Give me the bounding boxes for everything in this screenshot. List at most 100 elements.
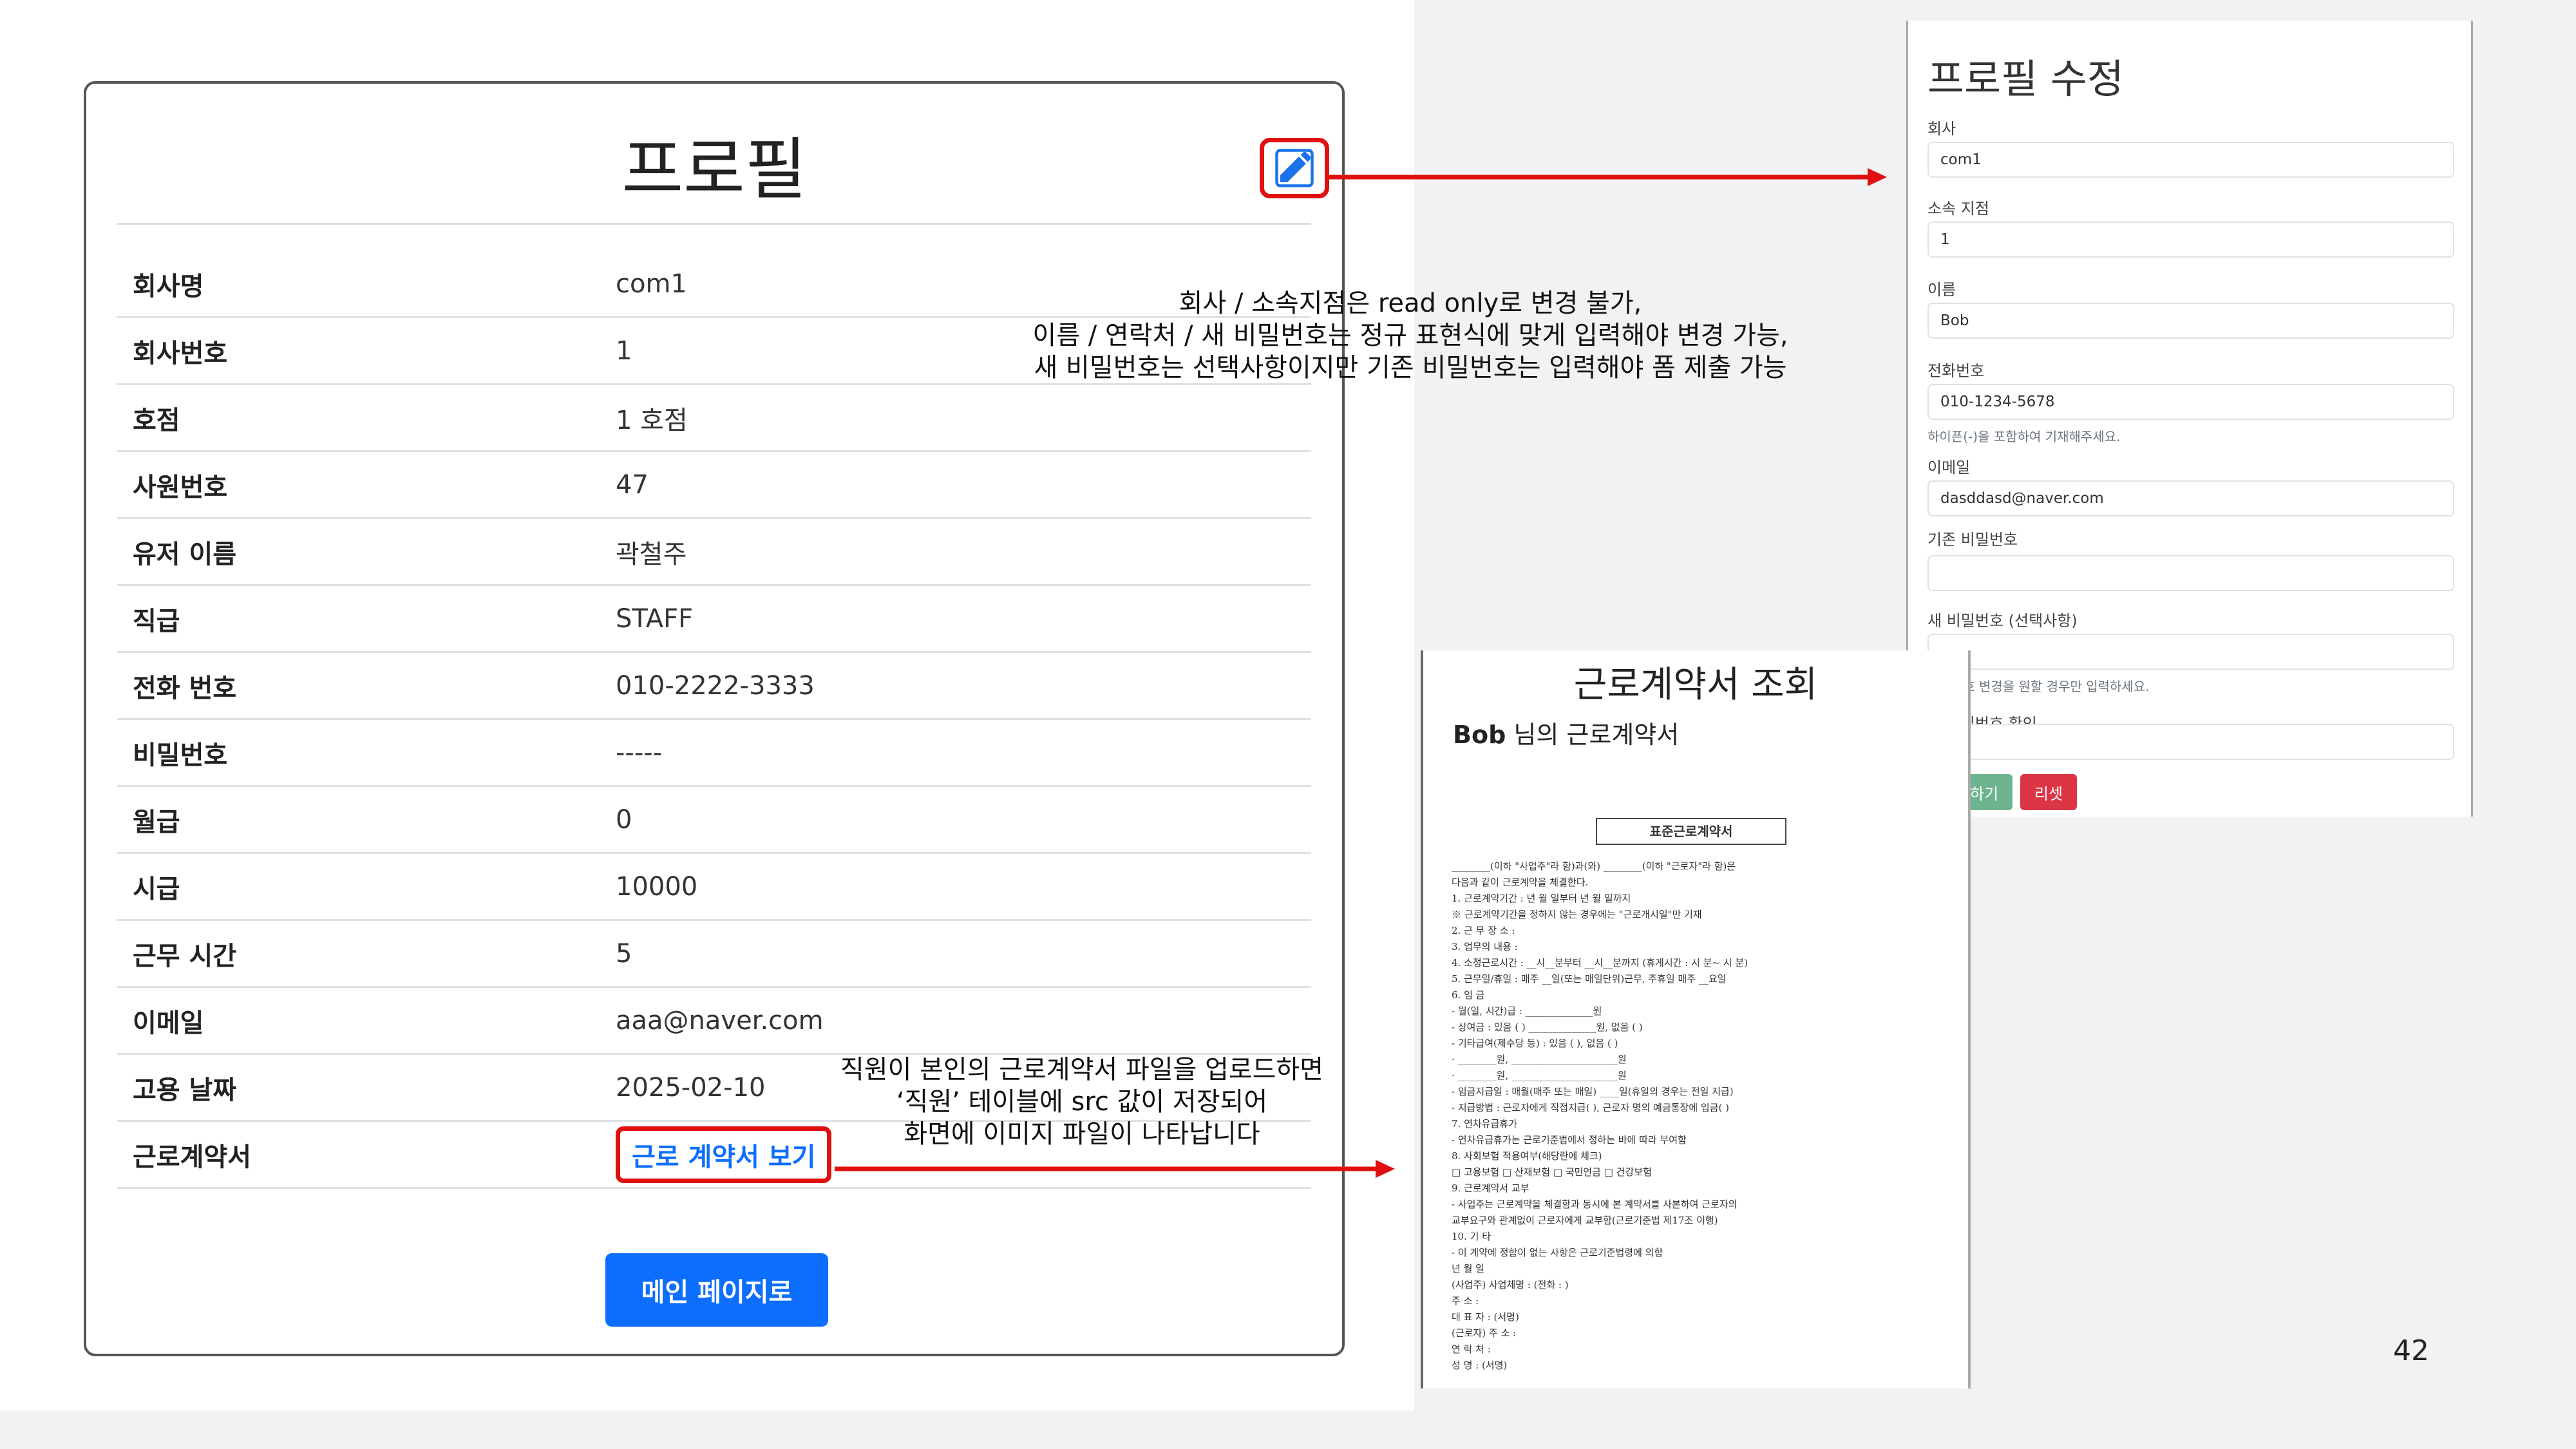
document-line: (사업주) 사업체명 : (전화 : )	[1452, 1279, 1569, 1291]
page-number: 42	[2393, 1334, 2429, 1367]
title-divider	[117, 223, 1311, 225]
row-label: 회사명	[133, 271, 204, 301]
note-line: ‘직원’ 테이블에 src 값이 저장되어	[896, 1087, 1268, 1117]
edit-profile-form: 프로필 수정 회사 소속 지점 이름 전화번호 하이픈(-)을 포함하여 기재해…	[1906, 21, 2473, 817]
phone-label: 전화번호	[1927, 362, 1985, 380]
row-phone: 전화 번호 010-2222-3333	[117, 653, 1311, 720]
contract-view-panel: 근로계약서 조회 Bob 님의 근로계약서 표준근로계약서 ________(이…	[1421, 650, 1971, 1388]
current-password-field[interactable]	[1927, 555, 2454, 591]
row-hourly-wage: 시급 10000	[117, 854, 1311, 921]
document-line: 성 명 : (서명)	[1452, 1359, 1508, 1371]
row-value: 5	[616, 938, 632, 969]
row-position: 직급 STAFF	[117, 586, 1311, 653]
row-employee-number: 사원번호 47	[117, 452, 1311, 519]
name-field[interactable]	[1927, 303, 2454, 339]
document-line: - 이 계약에 정함이 없는 사항은 근로기준법령에 의함	[1452, 1247, 1663, 1258]
document-line: - 연차유급휴가는 근로기준법에서 정하는 바에 따라 부여함	[1452, 1134, 1687, 1146]
row-value: 0	[616, 804, 632, 835]
new-password-field[interactable]	[1927, 634, 2454, 670]
row-value: 47	[616, 469, 649, 500]
note-line: 화면에 이미지 파일이 나타납니다	[904, 1119, 1260, 1149]
document-line: 7. 연차유급휴가	[1452, 1118, 1517, 1130]
row-value: STAFF	[616, 603, 694, 634]
row-label: 월급	[133, 807, 180, 837]
note-line: 직원이 본인의 근로계약서 파일을 업로드하면	[840, 1055, 1324, 1084]
edit-pencil-icon	[1275, 149, 1314, 187]
contract-document-image: 표준근로계약서 ________(이하 "사업주"라 함)과(와) ______…	[1449, 797, 1926, 1377]
document-line: 교부요구와 관계없이 근로자에게 교부함(근로기준법 제17조 이행)	[1452, 1215, 1718, 1226]
company-field[interactable]	[1927, 142, 2454, 178]
document-line: 연 락 처 :	[1452, 1343, 1491, 1355]
row-label: 전화 번호	[133, 673, 237, 703]
edit-arrow	[1327, 168, 1887, 186]
row-label: 호점	[133, 405, 180, 435]
document-line: - 기타급여(제수당 등) : 있음 ( ), 없음 ( )	[1452, 1037, 1618, 1049]
document-title: 표준근로계약서	[1596, 818, 1786, 845]
row-label: 근로계약서	[133, 1142, 251, 1172]
document-line: - 임금지급일 : 매월(매주 또는 매일) ____일(휴일의 경우는 전일 …	[1452, 1086, 1734, 1097]
document-line: 주 소 :	[1452, 1295, 1479, 1307]
document-line: 6. 임 금	[1452, 989, 1485, 1001]
row-monthly-salary: 월급 0	[117, 787, 1311, 854]
contract-annotation-note: 직원이 본인의 근로계약서 파일을 업로드하면 ‘직원’ 테이블에 src 값이…	[799, 1054, 1365, 1150]
row-label: 유저 이름	[133, 539, 237, 569]
document-line: 8. 사회보험 적용여부(해당란에 체크)	[1452, 1150, 1602, 1162]
row-label: 시급	[133, 874, 180, 904]
row-value: 10000	[616, 871, 698, 902]
row-value: -----	[616, 737, 663, 768]
document-line: - 상여금 : 있음 ( ) ______________원, 없음 ( )	[1452, 1021, 1643, 1033]
note-line: 이름 / 연락처 / 새 비밀번호는 정규 표현식에 맞게 입력해야 변경 가능…	[1032, 321, 1788, 350]
document-line: 9. 근로계약서 교부	[1452, 1182, 1530, 1194]
row-label: 근무 시간	[133, 941, 237, 971]
confirm-password-field[interactable]	[1927, 724, 2454, 760]
note-line: 회사 / 소속지점은 read only로 변경 불가,	[1179, 289, 1642, 318]
profile-table: 회사명 com1 회사번호 1 호점 1 호점 사원번호 47 유저 이름 곽철…	[117, 251, 1311, 1189]
row-label: 직급	[133, 606, 180, 636]
edit-annotation-note: 회사 / 소속지점은 read only로 변경 불가, 이름 / 연락처 / …	[953, 287, 1868, 384]
main-page-button[interactable]: 메인 페이지로	[605, 1253, 828, 1327]
document-line: 대 표 자 : (서명)	[1452, 1311, 1519, 1323]
row-label: 사원번호	[133, 472, 228, 502]
email-label: 이메일	[1927, 459, 1971, 477]
form-title: 프로필 수정	[1927, 55, 2124, 102]
email-field[interactable]	[1927, 480, 2454, 516]
row-password: 비밀번호 -----	[117, 720, 1311, 787]
document-line: 1. 근로계약기간 : 년 월 일부터 년 월 일까지	[1452, 893, 1631, 904]
reset-button[interactable]: 리셋	[2020, 774, 2077, 810]
row-label: 회사번호	[133, 338, 228, 368]
row-value: 2025-02-10	[616, 1072, 766, 1103]
edit-profile-button[interactable]	[1260, 138, 1329, 198]
document-line: 5. 근무일/휴일 : 매주 __일(또는 매일단위)근무, 주휴일 매주 __…	[1452, 973, 1727, 985]
row-value: 곽철주	[616, 539, 687, 569]
branch-field[interactable]	[1927, 222, 2454, 258]
document-line: - 사업주는 근로계약을 체결함과 동시에 본 계약서를 사본하여 근로자의	[1452, 1198, 1738, 1210]
contract-owner-line: Bob 님의 근로계약서	[1453, 715, 1679, 750]
row-value: 1 호점	[616, 405, 688, 435]
contract-owner-name: Bob	[1453, 721, 1506, 749]
row-email: 이메일 aaa@naver.com	[117, 988, 1311, 1055]
document-line: ________(이하 "사업주"라 함)과(와) ________(이하 "근…	[1452, 860, 1736, 872]
document-line: 년 월 일	[1452, 1263, 1484, 1274]
row-branch: 호점 1 호점	[117, 385, 1311, 452]
profile-title: 프로필	[621, 130, 807, 209]
row-value: 1	[616, 336, 632, 366]
current-password-label: 기존 비밀번호	[1927, 531, 2018, 549]
note-line: 새 비밀번호는 선택사항이지만 기존 비밀번호는 입력해야 폼 제출 가능	[1034, 353, 1787, 383]
document-line: (근로자) 주 소 :	[1452, 1327, 1517, 1339]
new-password-label: 새 비밀번호 (선택사항)	[1927, 612, 2078, 630]
document-line: 다음과 같이 근로계약을 체결한다.	[1452, 876, 1589, 888]
branch-label: 소속 지점	[1927, 200, 1989, 218]
document-line: - 지급방법 : 근로자에게 직접지급( ), 근로자 명의 예금통장에 입금(…	[1452, 1102, 1729, 1113]
document-line: 3. 업무의 내용 :	[1452, 941, 1518, 952]
contract-view-title: 근로계약서 조회	[1573, 664, 1818, 706]
row-label: 비밀번호	[133, 740, 228, 770]
document-line: 2. 근 무 장 소 :	[1452, 925, 1515, 936]
row-label: 고용 날짜	[133, 1075, 237, 1105]
row-value: com1	[616, 269, 687, 299]
company-label: 회사	[1927, 120, 1956, 138]
phone-field[interactable]	[1927, 384, 2454, 420]
document-line: ※ 근로계약기간을 정하지 않는 경우에는 "근로개시일"만 기재	[1452, 909, 1702, 920]
document-line: 10. 기 타	[1452, 1231, 1491, 1242]
document-line: · ________원, ______________________원	[1452, 1070, 1627, 1081]
document-line: 4. 소정근로시간 : __시__분부터 __시__분까지 (휴게시간 : 시 …	[1452, 957, 1748, 969]
